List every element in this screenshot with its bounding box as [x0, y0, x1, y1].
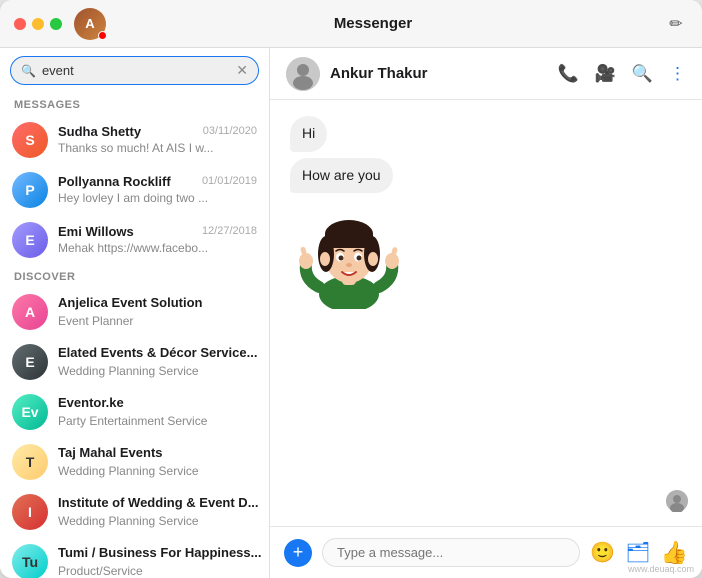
chat-messages: Hi How are you [270, 100, 702, 526]
plus-icon: + [293, 542, 304, 563]
contact-info: Taj Mahal Events Wedding Planning Servic… [58, 444, 257, 480]
app-window: A Messenger ✏ 🔍 ✕ MESSAGES S Sudha [0, 0, 702, 578]
discover-contact-item[interactable]: E Elated Events & Décor Service... Weddi… [0, 337, 269, 387]
contact-meta: Sudha Shetty 03/11/2020 [58, 124, 257, 139]
chat-header: Ankur Thakur 📞 🎥 🔍 ⋮ [270, 48, 702, 100]
contact-info: Pollyanna Rockliff 01/01/2019 Hey lovley… [58, 174, 257, 207]
emoji-button[interactable]: 🙂 [590, 540, 615, 565]
message-contact-item[interactable]: P Pollyanna Rockliff 01/01/2019 Hey lovl… [0, 165, 269, 215]
notification-dot [98, 31, 107, 40]
contact-preview: Hey lovley I am doing two ... [58, 191, 208, 205]
traffic-lights [14, 18, 62, 30]
contact-info: Emi Willows 12/27/2018 Mehak https://www… [58, 224, 257, 257]
contact-avatar: E [12, 222, 48, 258]
add-attachment-button[interactable]: + [284, 539, 312, 567]
chat-contact-avatar [286, 57, 320, 91]
contact-name: Pollyanna Rockliff [58, 174, 171, 189]
contact-info: Eventor.ke Party Entertainment Service [58, 394, 257, 430]
discover-contact-item[interactable]: A Anjelica Event Solution Event Planner [0, 287, 269, 337]
contact-time: 12/27/2018 [202, 225, 257, 237]
contact-subtitle: Wedding Planning Service [58, 464, 199, 478]
search-bar: 🔍 ✕ [0, 48, 269, 93]
contact-subtitle: Wedding Planning Service [58, 364, 199, 378]
sticker-button[interactable]: 🗂 [625, 540, 650, 565]
contact-avatar: Ev [12, 394, 48, 430]
contact-name: Elated Events & Décor Service... [58, 345, 257, 360]
contact-info: Anjelica Event Solution Event Planner [58, 294, 257, 330]
contact-info: Elated Events & Décor Service... Wedding… [58, 344, 257, 380]
sidebar: 🔍 ✕ MESSAGES S Sudha Shetty 03/11/2020 T… [0, 48, 270, 578]
user-initials: A [85, 16, 94, 31]
contact-name: Anjelica Event Solution [58, 295, 202, 310]
message-bubble: Hi [290, 116, 327, 152]
contact-name: Tumi / Business For Happiness... [58, 545, 261, 560]
contact-meta: Emi Willows 12/27/2018 [58, 224, 257, 239]
video-icon[interactable]: 🎥 [595, 64, 616, 84]
message-bubble: How are you [290, 158, 393, 194]
user-avatar: A [74, 8, 106, 40]
contact-preview: Mehak https://www.facebo... [58, 241, 208, 255]
contact-avatar: E [12, 344, 48, 380]
contact-info: Institute of Wedding & Event D... Weddin… [58, 494, 257, 530]
sticker-memoji [294, 199, 404, 309]
contact-avatar: Tu [12, 544, 48, 578]
contact-name: Emi Willows [58, 224, 134, 239]
discover-contacts-list: A Anjelica Event Solution Event Planner … [0, 287, 269, 578]
contact-preview: Thanks so much! At AIS I w... [58, 141, 213, 155]
watermark: www.deuaq.com [628, 564, 694, 574]
discover-section-label: DISCOVER [0, 265, 269, 287]
app-title: Messenger [114, 15, 632, 32]
contact-subtitle: Event Planner [58, 314, 133, 328]
chat-panel: Ankur Thakur 📞 🎥 🔍 ⋮ Hi How are you [270, 48, 702, 578]
contact-avatar: A [12, 294, 48, 330]
contact-name: Eventor.ke [58, 395, 124, 410]
message-input[interactable] [322, 538, 580, 567]
discover-contact-item[interactable]: Tu Tumi / Business For Happiness... Prod… [0, 537, 269, 578]
contact-avatar: P [12, 172, 48, 208]
maximize-button[interactable] [50, 18, 62, 30]
contact-info: Sudha Shetty 03/11/2020 Thanks so much! … [58, 124, 257, 157]
more-options-icon[interactable]: ⋮ [669, 64, 686, 84]
search-chat-icon[interactable]: 🔍 [632, 64, 653, 84]
close-button[interactable] [14, 18, 26, 30]
contact-subtitle: Product/Service [58, 564, 143, 578]
contact-avatar: S [12, 122, 48, 158]
recipient-avatar-small [666, 490, 688, 512]
search-wrapper[interactable]: 🔍 ✕ [10, 56, 259, 85]
compose-button[interactable]: ✏ [664, 12, 688, 36]
message-contact-item[interactable]: S Sudha Shetty 03/11/2020 Thanks so much… [0, 115, 269, 165]
search-icon: 🔍 [21, 64, 36, 78]
discover-contact-item[interactable]: I Institute of Wedding & Event D... Wedd… [0, 487, 269, 537]
contact-name: Institute of Wedding & Event D... [58, 495, 259, 510]
chat-actions: 📞 🎥 🔍 ⋮ [557, 64, 686, 84]
contact-name: Taj Mahal Events [58, 445, 163, 460]
like-button[interactable]: 👍 [661, 540, 688, 566]
contact-name: Sudha Shetty [58, 124, 141, 139]
contact-meta: Pollyanna Rockliff 01/01/2019 [58, 174, 257, 189]
phone-icon[interactable]: 📞 [557, 64, 578, 84]
title-bar: A Messenger ✏ [0, 0, 702, 48]
contact-info: Tumi / Business For Happiness... Product… [58, 544, 257, 578]
message-contacts-list: S Sudha Shetty 03/11/2020 Thanks so much… [0, 115, 269, 265]
search-input[interactable] [42, 63, 236, 78]
contact-avatar: T [12, 444, 48, 480]
contact-avatar: I [12, 494, 48, 530]
minimize-button[interactable] [32, 18, 44, 30]
contact-subtitle: Party Entertainment Service [58, 414, 207, 428]
discover-contact-item[interactable]: T Taj Mahal Events Wedding Planning Serv… [0, 437, 269, 487]
contact-time: 03/11/2020 [203, 125, 257, 137]
discover-contact-item[interactable]: Ev Eventor.ke Party Entertainment Servic… [0, 387, 269, 437]
messages-section-label: MESSAGES [0, 93, 269, 115]
chat-contact-name: Ankur Thakur [330, 65, 557, 82]
message-contact-item[interactable]: E Emi Willows 12/27/2018 Mehak https://w… [0, 215, 269, 265]
search-clear-icon[interactable]: ✕ [236, 62, 248, 79]
contact-subtitle: Wedding Planning Service [58, 514, 199, 528]
main-content: 🔍 ✕ MESSAGES S Sudha Shetty 03/11/2020 T… [0, 48, 702, 578]
contact-time: 01/01/2019 [202, 175, 257, 187]
